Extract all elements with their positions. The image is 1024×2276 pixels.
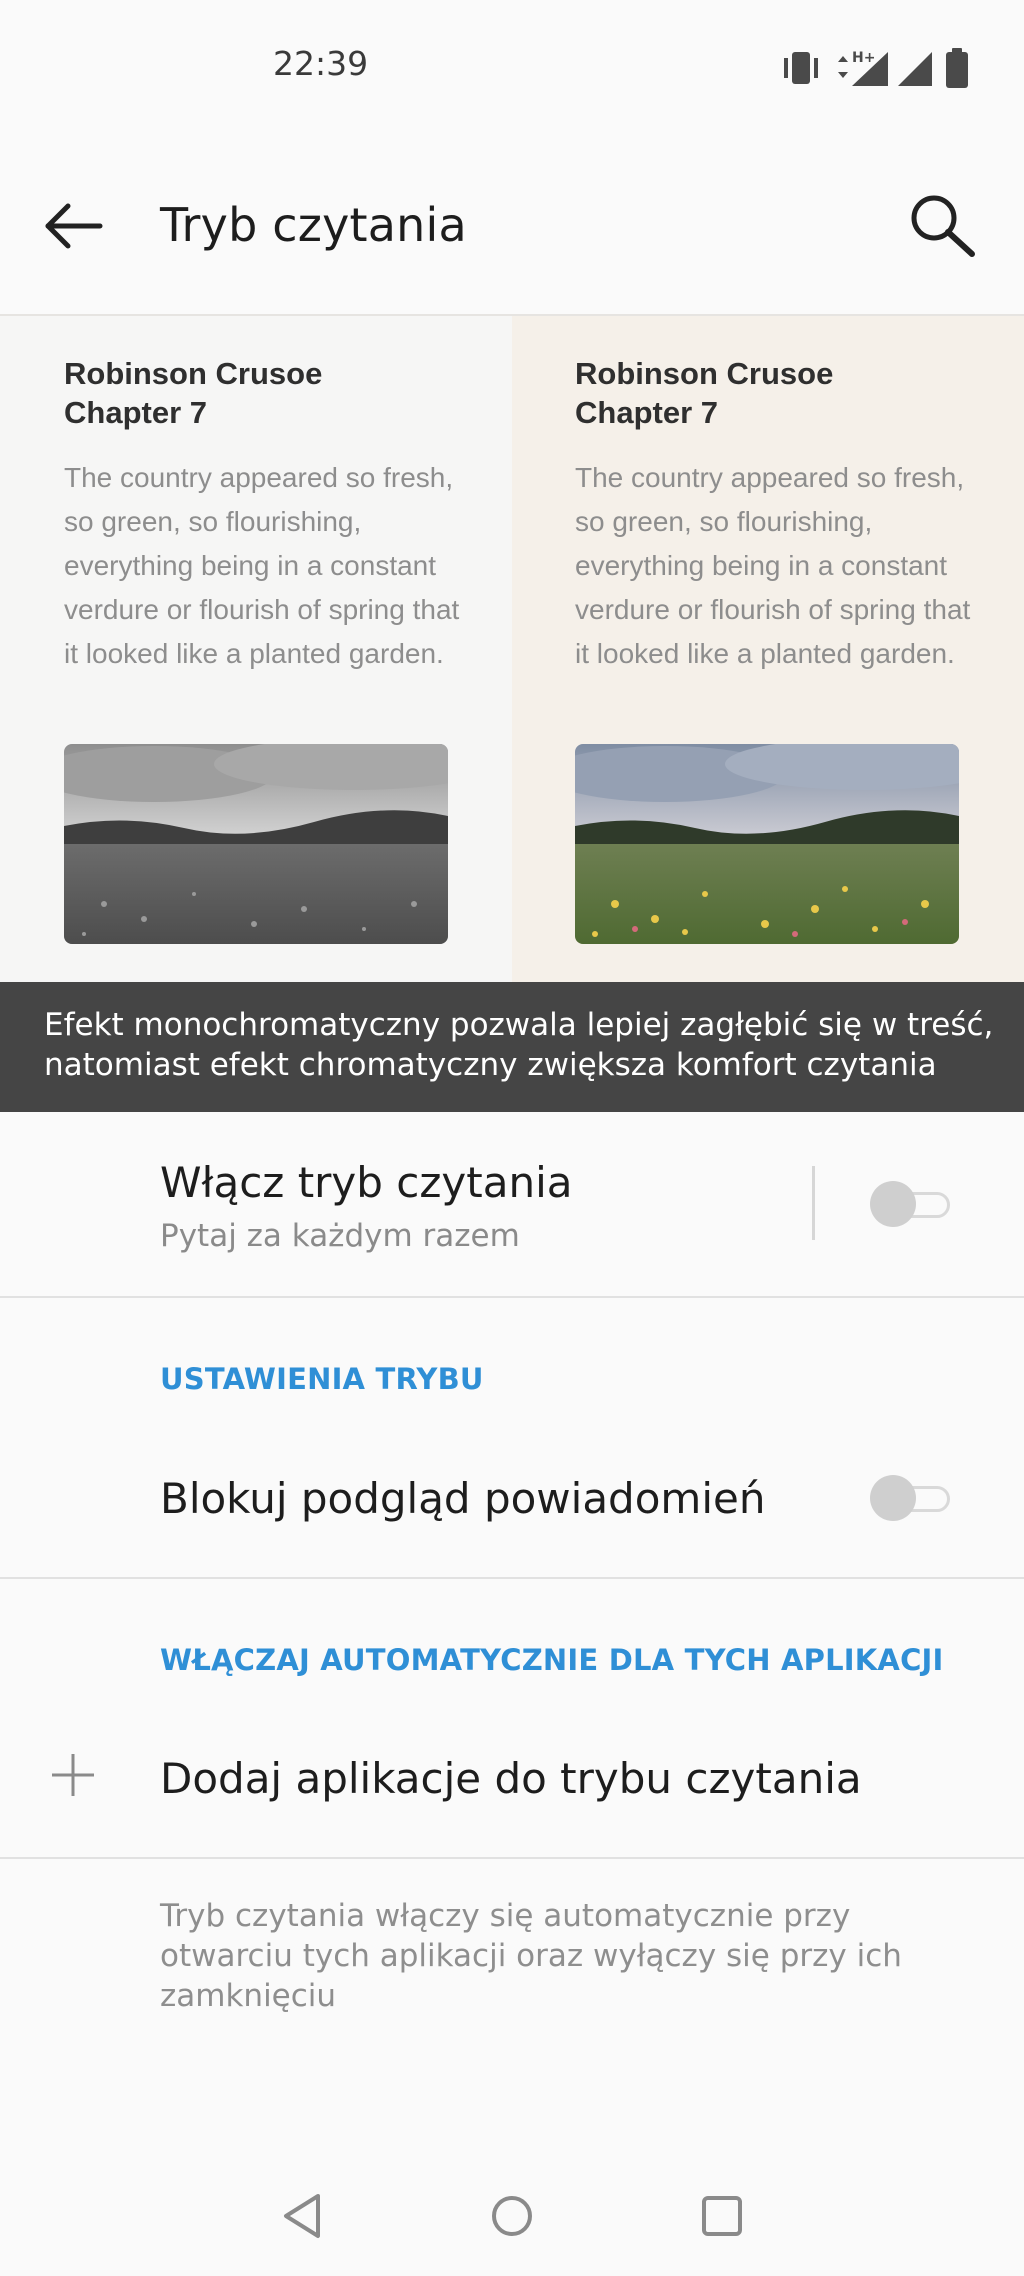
toolbar (0, 130, 1024, 314)
book-title: Robinson Crusoe Chapter 7 (575, 354, 833, 432)
signal-icon (898, 52, 932, 86)
reading-mode-title: Włącz tryb czytania (160, 1158, 573, 1207)
reading-mode-toggle[interactable] (870, 1180, 954, 1228)
reading-preview: Robinson Crusoe Chapter 7 The country ap… (0, 314, 1024, 982)
preview-monochrome-pane: Robinson Crusoe Chapter 7 The country ap… (0, 314, 512, 982)
vibrate-icon (784, 52, 818, 84)
auto-apps-footnote: Tryb czytania włączy się automatycznie p… (160, 1898, 902, 2014)
home-circle-icon[interactable] (482, 2186, 542, 2246)
toggle-thumb (870, 1475, 916, 1521)
block-notifications-label: Blokuj podgląd powiadomień (160, 1474, 766, 1523)
status-time: 22:39 (273, 44, 369, 83)
preview-chromatic-pane: Robinson Crusoe Chapter 7 The country ap… (512, 314, 1024, 982)
info-banner-text: Efekt monochromatyczny pozwala lepiej za… (44, 1007, 994, 1083)
back-triangle-icon[interactable] (272, 2186, 332, 2246)
block-notifications-toggle[interactable] (870, 1474, 954, 1522)
add-apps-label: Dodaj aplikacje do trybu czytania (160, 1754, 862, 1803)
book-chapter: Chapter 7 (575, 395, 718, 430)
divider (0, 1577, 1024, 1579)
battery-icon (946, 48, 968, 88)
preview-top-divider (0, 314, 1024, 316)
section-header-mode-settings: USTAWIENIA TRYBU (160, 1362, 484, 1396)
book-title-line1: Robinson Crusoe (575, 356, 834, 391)
plus-icon (52, 1754, 94, 1796)
book-chapter: Chapter 7 (64, 395, 207, 430)
section-header-auto-apps: WŁĄCZAJ AUTOMATYCZNIE DLA TYCH APLIKACJI (160, 1643, 944, 1677)
signal-hplus-icon: H+ (852, 50, 888, 86)
reading-mode-subtitle: Pytaj za każdym razem (160, 1218, 520, 1254)
data-arrows-icon (838, 56, 848, 78)
book-excerpt: The country appeared so fresh, so green,… (575, 462, 971, 669)
row-vertical-separator (812, 1166, 815, 1240)
status-icons: H+ (784, 48, 968, 88)
search-icon[interactable] (904, 190, 984, 270)
svg-text:H+: H+ (852, 50, 875, 66)
page-title: Tryb czytania (160, 198, 467, 252)
toggle-thumb (870, 1181, 916, 1227)
divider (0, 1296, 1024, 1298)
book-title: Robinson Crusoe Chapter 7 (64, 354, 322, 432)
chromatic-landscape-image (575, 744, 959, 944)
divider (0, 1857, 1024, 1859)
monochrome-landscape-image (64, 744, 448, 944)
book-excerpt: The country appeared so fresh, so green,… (64, 462, 460, 669)
book-title-line1: Robinson Crusoe (64, 356, 323, 391)
recents-square-icon[interactable] (692, 2186, 752, 2246)
back-arrow-icon[interactable] (38, 196, 110, 256)
